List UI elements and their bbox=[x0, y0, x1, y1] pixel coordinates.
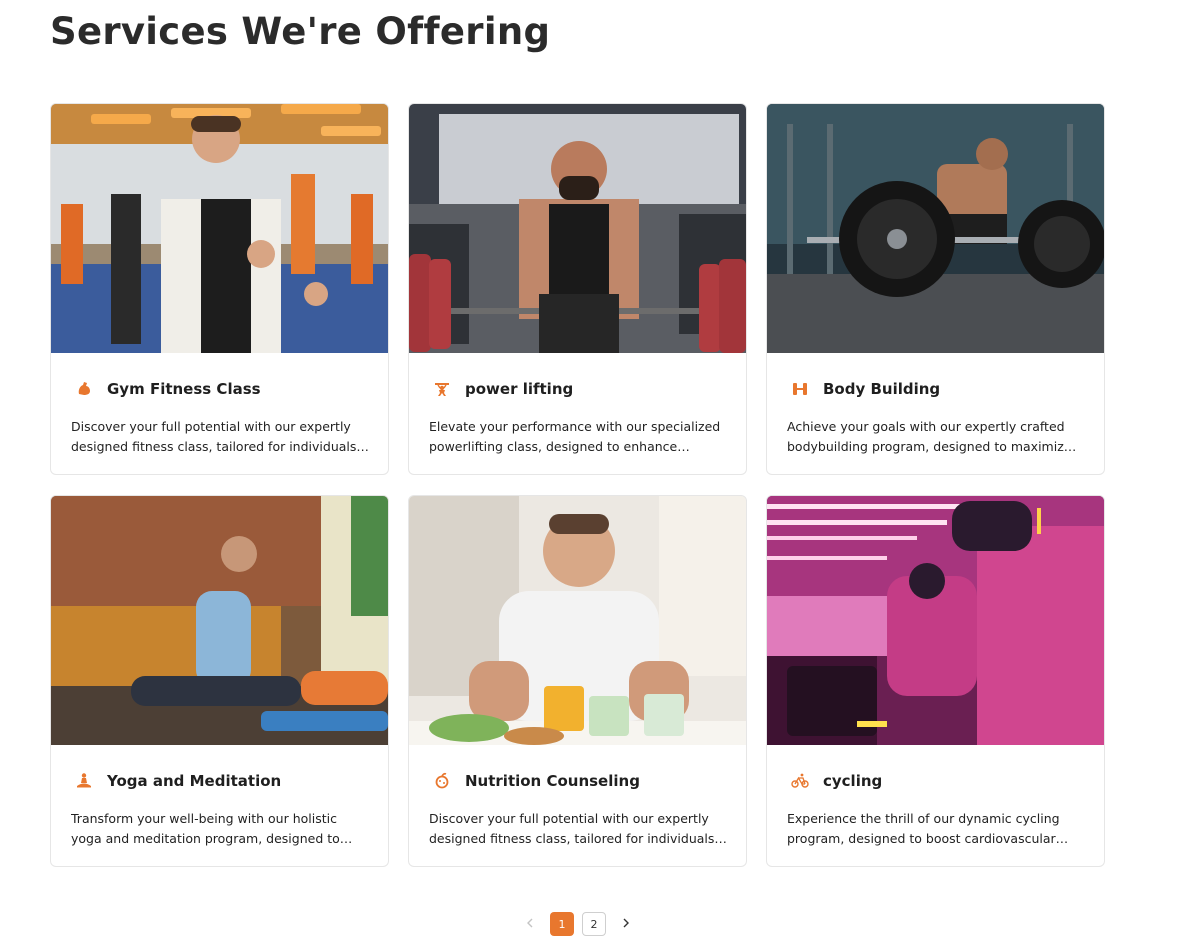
card-description: Experience the thrill of our dynamic cyc… bbox=[787, 809, 1087, 848]
power-lifting-image bbox=[409, 104, 746, 353]
services-grid: Gym Fitness Class Discover your full pot… bbox=[50, 103, 1106, 867]
card-description-line: Elevate your performance with our specia… bbox=[429, 419, 721, 434]
weightlifter-icon bbox=[429, 376, 455, 402]
service-card-body-building[interactable]: Body Building Achieve your goals with ou… bbox=[766, 103, 1105, 475]
service-card-yoga-and-meditation[interactable]: Yoga and Meditation Transform your well-… bbox=[50, 495, 389, 867]
flexed-arm-icon bbox=[71, 376, 97, 402]
card-description-line: bodybuilding program, designed to maximi… bbox=[787, 438, 1077, 454]
pagination-page-2[interactable]: 2 bbox=[582, 912, 606, 936]
nutrition-icon bbox=[429, 768, 455, 794]
card-title: Yoga and Meditation bbox=[107, 772, 282, 790]
page-title: Services We're Offering bbox=[50, 10, 551, 53]
dumbbell-icon bbox=[787, 376, 813, 402]
card-title: Nutrition Counseling bbox=[465, 772, 640, 790]
service-card-gym-fitness-class[interactable]: Gym Fitness Class Discover your full pot… bbox=[50, 103, 389, 475]
nutrition-counseling-image bbox=[409, 496, 746, 745]
chevron-right-icon bbox=[622, 915, 630, 933]
card-description-line: Experience the thrill of our dynamic cyc… bbox=[787, 811, 1060, 826]
card-description: Discover your full potential with our ex… bbox=[429, 809, 729, 848]
card-title: Body Building bbox=[823, 380, 941, 398]
card-description-line: yoga and meditation program, designed to… bbox=[71, 830, 353, 846]
gym-fitness-class-image bbox=[51, 104, 388, 353]
cycling-image bbox=[767, 496, 1104, 745]
bicycle-icon bbox=[787, 768, 813, 794]
service-card-power-lifting[interactable]: power lifting Elevate your performance w… bbox=[408, 103, 747, 475]
chevron-left-icon bbox=[526, 915, 534, 933]
card-title: Gym Fitness Class bbox=[107, 380, 261, 398]
card-description-line: Discover your full potential with our ex… bbox=[429, 811, 709, 826]
yoga-and-meditation-image bbox=[51, 496, 388, 745]
pagination-next-button[interactable] bbox=[614, 911, 638, 937]
card-description-line: designed fitness class, tailored for ind… bbox=[429, 830, 727, 846]
card-description-line: designed fitness class, tailored for ind… bbox=[71, 438, 369, 454]
service-card-cycling[interactable]: cycling Experience the thrill of our dyn… bbox=[766, 495, 1105, 867]
pagination: 1 2 bbox=[518, 911, 638, 937]
card-description: Transform your well-being with our holis… bbox=[71, 809, 371, 848]
service-card-nutrition-counseling[interactable]: Nutrition Counseling Discover your full … bbox=[408, 495, 747, 867]
card-description: Elevate your performance with our specia… bbox=[429, 417, 729, 456]
pagination-page-1[interactable]: 1 bbox=[550, 912, 574, 936]
card-description-line: powerlifting class, designed to enhance… bbox=[429, 438, 690, 454]
body-building-image bbox=[767, 104, 1104, 353]
card-title: cycling bbox=[823, 772, 883, 790]
card-description-line: program, designed to boost cardiovascula… bbox=[787, 830, 1069, 846]
meditation-icon bbox=[71, 768, 97, 794]
card-title: power lifting bbox=[465, 380, 574, 398]
card-description-line: Transform your well-being with our holis… bbox=[71, 811, 337, 826]
card-description: Discover your full potential with our ex… bbox=[71, 417, 371, 456]
pagination-prev-button[interactable] bbox=[518, 911, 542, 937]
card-description: Achieve your goals with our expertly cra… bbox=[787, 417, 1087, 456]
card-description-line: Discover your full potential with our ex… bbox=[71, 419, 351, 434]
card-description-line: Achieve your goals with our expertly cra… bbox=[787, 419, 1065, 434]
